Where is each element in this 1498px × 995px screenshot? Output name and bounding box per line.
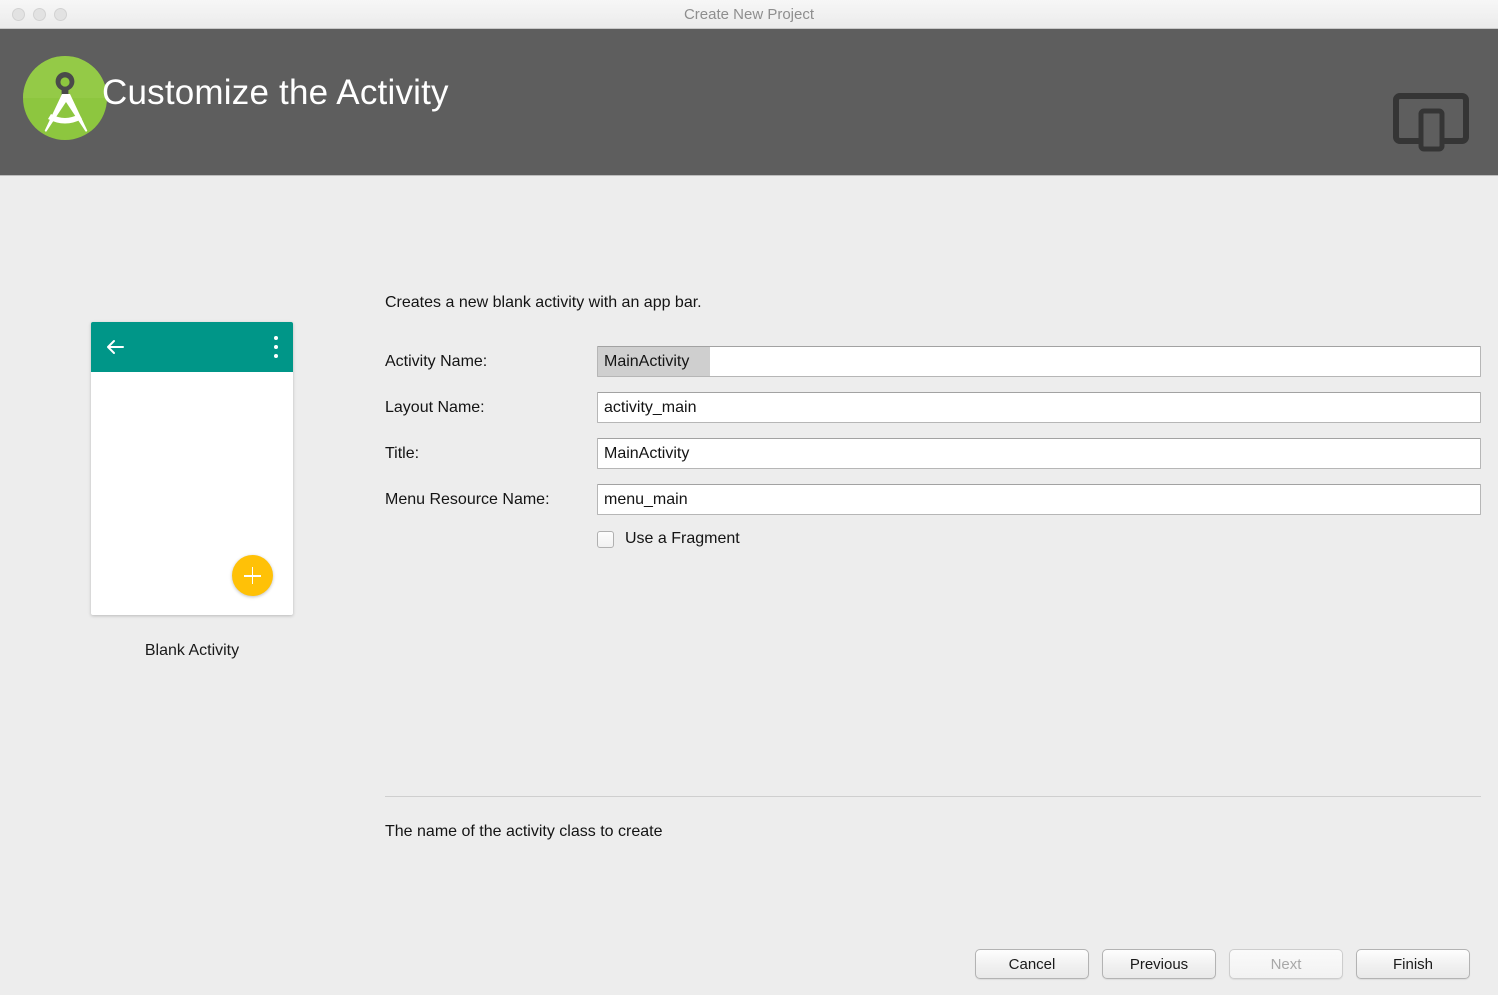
- menu-resource-name-input[interactable]: [597, 484, 1481, 515]
- plus-icon: [232, 555, 273, 596]
- title-input[interactable]: [597, 438, 1481, 469]
- cancel-button[interactable]: Cancel: [975, 949, 1089, 979]
- next-button: Next: [1229, 949, 1343, 979]
- use-fragment-checkbox[interactable]: [597, 531, 614, 548]
- wizard-title: Customize the Activity: [102, 73, 449, 113]
- more-vertical-icon: [274, 336, 278, 358]
- window-titlebar: Create New Project: [0, 0, 1498, 29]
- template-name-label: Blank Activity: [91, 642, 293, 660]
- window-title: Create New Project: [0, 0, 1498, 29]
- previous-button[interactable]: Previous: [1102, 949, 1216, 979]
- arrow-left-icon: [104, 336, 126, 358]
- wizard-footer: Cancel Previous Next Finish: [975, 949, 1470, 979]
- activity-name-label: Activity Name:: [385, 353, 597, 371]
- activity-template-preview[interactable]: Blank Activity: [91, 322, 293, 660]
- activity-name-input[interactable]: [597, 346, 1481, 377]
- use-fragment-label: Use a Fragment: [625, 530, 740, 548]
- layout-name-label: Layout Name:: [385, 399, 597, 417]
- title-label: Title:: [385, 445, 597, 463]
- field-row-layout-name: Layout Name:: [385, 392, 1481, 423]
- devices-icon: [1392, 91, 1470, 153]
- use-fragment-row[interactable]: Use a Fragment: [385, 530, 1481, 548]
- create-new-project-dialog: Create New Project Customize the Activit…: [0, 0, 1498, 995]
- wizard-header: Customize the Activity: [0, 29, 1498, 176]
- layout-name-input[interactable]: [597, 392, 1481, 423]
- menu-resource-name-label: Menu Resource Name:: [385, 491, 597, 509]
- mockup-appbar: [91, 322, 293, 372]
- wizard-body: Blank Activity Creates a new blank activ…: [0, 177, 1498, 995]
- hint-separator: [385, 796, 1481, 797]
- template-description: Creates a new blank activity with an app…: [385, 294, 1481, 312]
- hint-message: The name of the activity class to create: [385, 823, 662, 841]
- field-row-menu-resource-name: Menu Resource Name:: [385, 484, 1481, 515]
- activity-settings-form: Creates a new blank activity with an app…: [385, 294, 1481, 548]
- field-row-title: Title:: [385, 438, 1481, 469]
- field-row-activity-name: Activity Name:: [385, 346, 1481, 377]
- android-studio-logo-icon: [21, 54, 109, 142]
- finish-button[interactable]: Finish: [1356, 949, 1470, 979]
- phone-mockup: [91, 322, 293, 615]
